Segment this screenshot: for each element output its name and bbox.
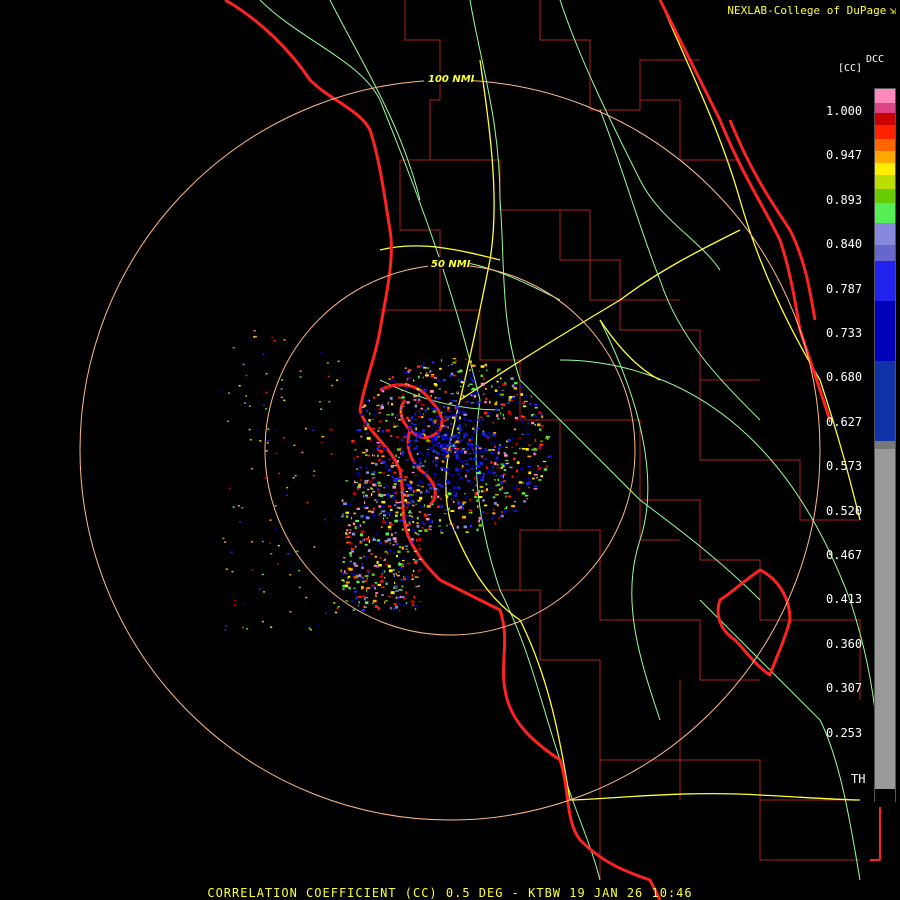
ring-label-50: 50 NMI bbox=[431, 259, 471, 270]
product-footer: CORRELATION COEFFICIENT (CC) 0.5 DEG - K… bbox=[207, 886, 693, 900]
scale-segment bbox=[875, 203, 895, 223]
legend-tick: 0.360 bbox=[826, 636, 863, 651]
scale-segment bbox=[875, 103, 895, 113]
coastline bbox=[224, 0, 881, 900]
scale-segment bbox=[875, 449, 895, 789]
ring-label-100: 100 NMI bbox=[428, 74, 475, 85]
legend-tick: 0.787 bbox=[826, 281, 863, 296]
county-boundaries bbox=[380, 0, 861, 880]
legend-tick: 0.733 bbox=[826, 326, 863, 340]
box-arrow-icon[interactable]: ⇲ bbox=[889, 4, 896, 17]
scale-segment bbox=[875, 223, 895, 245]
legend-th-label: TH bbox=[851, 772, 866, 786]
legend-tick: 0.307 bbox=[826, 681, 863, 696]
scale-segment bbox=[875, 301, 895, 361]
scale-segment bbox=[875, 163, 895, 175]
scale-segment bbox=[875, 261, 895, 301]
credit-text: NEXLAB-College of DuPage bbox=[727, 4, 887, 17]
legend-tick: 0.627 bbox=[826, 414, 863, 429]
legend-tick: 0.893 bbox=[826, 192, 863, 207]
scale-segment bbox=[875, 89, 895, 103]
legend-tick: 0.467 bbox=[826, 548, 863, 562]
legend-tick: 1.000 bbox=[826, 104, 863, 118]
legend-tick: 0.947 bbox=[826, 148, 863, 163]
legend-tick: 0.520 bbox=[826, 503, 863, 518]
radar-echoes bbox=[220, 330, 552, 631]
legend-tick: 0.840 bbox=[826, 237, 863, 252]
credit-label: NEXLAB-College of DuPage ⇲ bbox=[727, 4, 896, 17]
scale-segment bbox=[875, 245, 895, 261]
scale-segment bbox=[875, 189, 895, 203]
legend-tick: 0.680 bbox=[826, 370, 863, 385]
scale-segment bbox=[875, 361, 895, 441]
scale-segment bbox=[875, 789, 895, 807]
legend-tick: 0.573 bbox=[826, 459, 863, 474]
legend-unit-bottom: [CC] bbox=[838, 63, 863, 74]
color-scale-bar bbox=[874, 88, 896, 807]
scale-segment bbox=[875, 175, 895, 189]
scale-segment bbox=[875, 113, 895, 125]
legend-tick: 0.253 bbox=[826, 725, 863, 740]
legend-tick: 0.413 bbox=[826, 592, 863, 607]
legend-unit-top: DCC bbox=[866, 54, 885, 65]
radar-map: 100 NMI 50 NMI bbox=[79, 0, 881, 900]
scale-segment bbox=[875, 441, 895, 449]
scale-segment bbox=[875, 125, 895, 139]
scale-segment bbox=[875, 151, 895, 163]
scale-segment bbox=[875, 139, 895, 151]
